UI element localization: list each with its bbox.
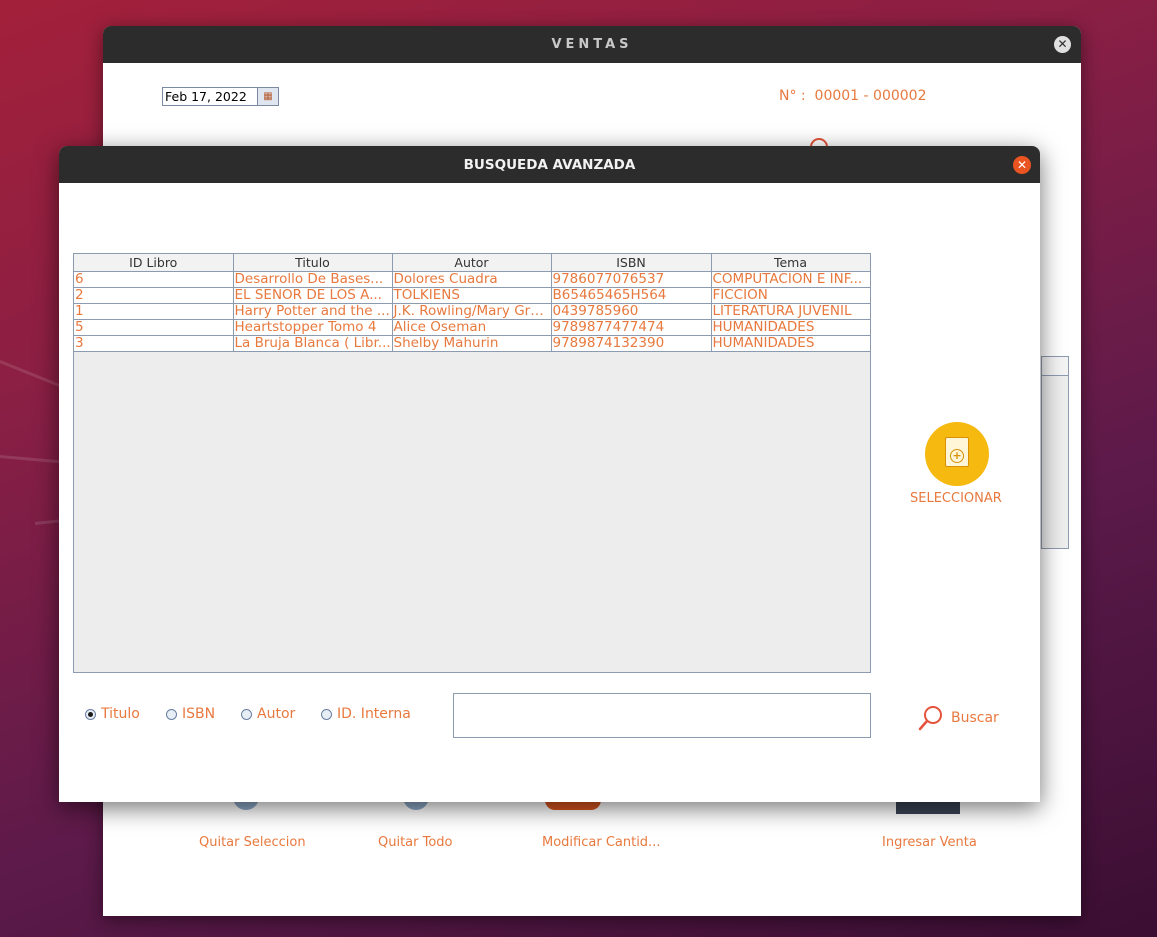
modificar-cantidad-button[interactable]: Modificar Cantid... [542,835,660,850]
table-row[interactable]: 2 EL SEÑOR DE LOS A... TOLKIENS B6546546… [74,287,871,304]
cell-isbn[interactable]: 9786077076537 [550,271,712,288]
books-table[interactable]: ID Libro Titulo Autor ISBN Tema 6 Desarr… [73,253,871,673]
search-icon [918,706,942,731]
sales-table-partial[interactable] [1041,356,1069,549]
cell-autor[interactable]: TOLKIENS [391,287,552,304]
cell-tema[interactable]: LITERATURA JUVENIL [710,303,871,320]
invoice-number: N° : 00001 - 000002 [779,88,926,104]
column-header-isbn[interactable]: ISBN [550,254,712,272]
radio-indicator[interactable] [166,708,177,720]
cell-titulo[interactable]: EL SEÑOR DE LOS A... [232,287,393,304]
table-header [1042,357,1068,376]
column-header-titulo[interactable]: Titulo [232,254,393,272]
cell-isbn[interactable]: 0439785960 [550,303,712,320]
table-row[interactable]: 5 Heartstopper Tomo 4 Alice Oseman 97898… [74,319,871,336]
dialog-titlebar: BUSQUEDA AVANZADA ✕ [59,146,1040,183]
invoice-number-label: N° : [779,88,806,104]
ingresar-venta-button[interactable]: Ingresar Venta [882,835,977,850]
column-header-autor[interactable]: Autor [391,254,552,272]
table-row[interactable]: 3 La Bruja Blanca ( Libr... Shelby Mahur… [74,335,871,352]
radio-autor[interactable]: Autor [241,706,295,722]
cell-autor[interactable]: Shelby Mahurin [391,335,552,352]
cell-tema[interactable]: FICCION [710,287,871,304]
column-header-tema[interactable]: Tema [710,254,871,272]
cell-isbn[interactable]: B65465465H564 [550,287,712,304]
cell-tema[interactable]: HUMANIDADES [710,335,871,352]
quitar-todo-button[interactable]: Quitar Todo [378,835,453,850]
radio-indicator[interactable] [241,708,252,720]
radio-indicator[interactable] [85,708,96,720]
calendar-icon[interactable]: ▦ [257,87,279,106]
select-button-label[interactable]: SELECCIONAR [910,491,1002,506]
cell-isbn[interactable]: 9789874132390 [550,335,712,352]
invoice-number-value: 00001 - 000002 [814,88,927,104]
quitar-seleccion-button[interactable]: Quitar Seleccion [199,835,306,850]
radio-isbn[interactable]: ISBN [166,706,215,722]
radio-label: Titulo [101,706,140,722]
radio-id-interna[interactable]: ID. Interna [321,706,411,722]
radio-titulo[interactable]: Titulo [85,706,140,722]
cell-id[interactable]: 3 [74,335,234,352]
search-input[interactable] [453,693,871,738]
cell-titulo[interactable]: Harry Potter and the ... [232,303,393,320]
radio-indicator[interactable] [321,708,332,720]
plus-icon: + [950,449,964,463]
buscar-button[interactable]: Buscar [917,704,999,732]
cell-id[interactable]: 6 [74,271,234,288]
dialog-title: BUSQUEDA AVANZADA [463,157,636,173]
table-row[interactable]: 1 Harry Potter and the ... J.K. Rowling/… [74,303,871,320]
ventas-close-button[interactable]: ✕ [1054,36,1071,53]
cell-id[interactable]: 1 [74,303,234,320]
cell-titulo[interactable]: Heartstopper Tomo 4 [232,319,393,336]
table-row[interactable]: 6 Desarrollo De Bases... Dolores Cuadra … [74,271,871,288]
radio-label: Autor [257,706,296,722]
date-field[interactable]: Feb 17, 2022 [162,87,258,106]
buscar-label: Buscar [951,710,999,726]
radio-label: ID. Interna [337,706,411,722]
select-button[interactable]: + [925,422,989,486]
dialog-close-button[interactable]: ✕ [1013,156,1031,174]
cell-tema[interactable]: COMPUTACION E INF... [710,271,871,288]
cell-id[interactable]: 2 [74,287,234,304]
column-header-id[interactable]: ID Libro [74,254,234,272]
cell-titulo[interactable]: Desarrollo De Bases... [232,271,393,288]
cell-isbn[interactable]: 9789877477474 [550,319,712,336]
cell-titulo[interactable]: La Bruja Blanca ( Libr... [232,335,393,352]
cell-autor[interactable]: Alice Oseman [391,319,552,336]
ventas-titlebar: VENTAS ✕ [103,26,1081,63]
cell-id[interactable]: 5 [74,319,234,336]
cell-autor[interactable]: J.K. Rowling/Mary Gra... [391,303,552,320]
table-header-row: ID Libro Titulo Autor ISBN Tema [74,254,871,272]
busqueda-avanzada-dialog: BUSQUEDA AVANZADA ✕ ID Libro Titulo Auto… [59,146,1040,802]
cell-autor[interactable]: Dolores Cuadra [391,271,552,288]
cell-tema[interactable]: HUMANIDADES [710,319,871,336]
radio-label: ISBN [182,706,216,722]
ventas-title: VENTAS [551,37,633,52]
